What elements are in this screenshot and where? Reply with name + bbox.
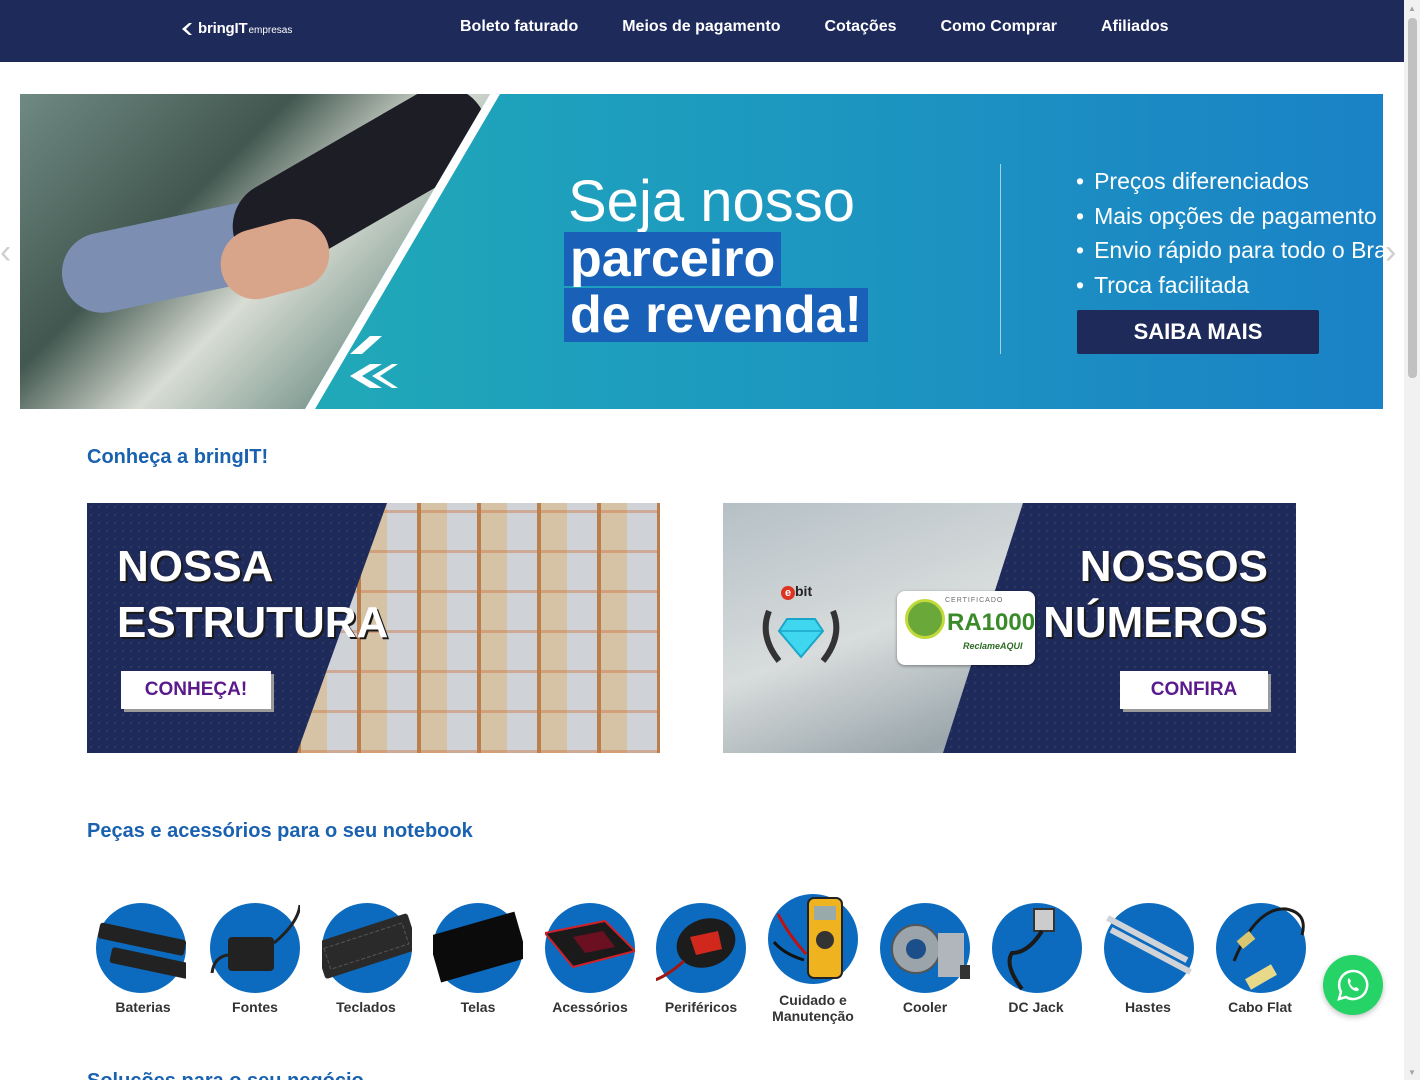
ra1000-badge: CERTIFICADO RA1000 ReclameAQUI	[897, 591, 1035, 665]
bringit-chevron-icon	[350, 336, 398, 388]
hero-benefit: Mais opções de pagamento	[1076, 199, 1383, 234]
battery-icon	[97, 922, 186, 979]
checkmark-icon	[905, 599, 945, 639]
category-label: Cooler	[902, 999, 948, 1015]
about-section-title: Conheça a bringIT!	[87, 446, 269, 468]
solutions-section-title: Soluções para o seu negócio	[87, 1070, 364, 1080]
category-circle	[656, 903, 746, 993]
mousepad-icon	[545, 919, 635, 969]
category-circle	[545, 903, 635, 993]
ebit-label: e bit	[781, 583, 812, 600]
category-circle	[322, 903, 412, 993]
category-circle	[1216, 903, 1306, 993]
whatsapp-icon	[1337, 969, 1369, 1001]
hero-benefit: Troca facilitada	[1076, 268, 1383, 303]
category-circle	[433, 903, 523, 993]
keyboard-icon	[322, 913, 412, 979]
bringit-logo-icon	[182, 22, 192, 35]
category-circle	[96, 903, 186, 993]
ebit-text: bit	[795, 583, 813, 599]
nossa-estrutura-card[interactable]: NOSSA ESTRUTURA CONHEÇA!	[87, 503, 660, 753]
power-adapter-icon	[210, 904, 300, 974]
category-label-text: Cuidado e Manutenção	[772, 992, 854, 1024]
nav-como-comprar[interactable]: Como Comprar	[941, 18, 1057, 36]
category-label: Hastes	[1125, 999, 1171, 1015]
whatsapp-button[interactable]	[1323, 955, 1383, 1015]
ra-small-label: ReclameAQUI	[963, 641, 1023, 651]
nav-cotacoes[interactable]: Cotações	[824, 18, 896, 36]
category-label: Acessórios	[552, 999, 628, 1015]
handshake-photo	[20, 94, 490, 409]
category-label: Telas	[460, 999, 496, 1015]
category-label: Cabo Flat	[1228, 999, 1292, 1015]
dc-jack-icon	[1007, 908, 1055, 991]
category-label: Cuidado e Manutenção	[757, 992, 869, 1024]
gaming-mouse-icon	[656, 918, 736, 982]
logo-sub-text: empresas	[248, 24, 293, 36]
scroll-down-arrow-icon[interactable]: ▼	[1404, 1064, 1420, 1080]
chevron-left-icon[interactable]: ‹	[0, 235, 11, 269]
category-circle	[210, 903, 300, 993]
category-circle	[1104, 903, 1194, 993]
nav-boleto-faturado[interactable]: Boleto faturado	[460, 18, 578, 36]
hero-title-line1: Seja nosso	[568, 169, 855, 234]
top-navbar: bringIT empresas Boleto faturado Meios d…	[0, 0, 1404, 62]
parts-section-title: Peças e acessórios para o seu notebook	[87, 820, 473, 842]
hero-banner[interactable]: Seja nosso parceiro de revenda! Preços d…	[20, 94, 1383, 409]
hero-benefit: Envio rápido para todo o Brasil	[1076, 233, 1383, 268]
ebit-e: e	[781, 586, 795, 600]
category-circle	[880, 903, 970, 993]
category-label: DC Jack	[1008, 999, 1064, 1015]
card-title-line1: NOSSA	[117, 542, 274, 591]
hero-benefit: Preços diferenciados	[1076, 164, 1383, 199]
category-list: Baterias Fontes Teclados Telas Acessório…	[87, 893, 1317, 1033]
screen-panel-icon	[433, 911, 523, 983]
multimeter-icon	[772, 897, 843, 979]
logo-brand-text: bringIT	[198, 20, 248, 37]
hero-benefits-list: Preços diferenciados Mais opções de paga…	[1076, 164, 1383, 302]
logo[interactable]: bringIT empresas	[180, 20, 292, 37]
category-label: Fontes	[232, 999, 278, 1015]
card-title-line1: NOSSOS	[1079, 542, 1268, 591]
category-label: Baterias	[115, 999, 171, 1015]
cooler-fan-icon	[891, 924, 970, 979]
hero-title-line3: de revenda!	[564, 288, 868, 342]
card-title: NOSSOS NÚMEROS	[1043, 539, 1268, 651]
hero-vertical-divider	[1000, 164, 1001, 354]
hero-title-line2: parceiro	[564, 232, 782, 286]
chevron-right-icon[interactable]: ›	[1385, 235, 1396, 269]
conheca-button[interactable]: CONHEÇA!	[121, 671, 271, 709]
nav-afiliados[interactable]: Afiliados	[1101, 18, 1169, 36]
category-circle	[992, 903, 1082, 993]
card-title: NOSSA ESTRUTURA	[117, 539, 388, 651]
card-title-line2: NÚMEROS	[1043, 598, 1268, 647]
ra-cert-label: CERTIFICADO	[945, 597, 1004, 604]
nav-meios-de-pagamento[interactable]: Meios de pagamento	[622, 18, 780, 36]
nossos-numeros-card[interactable]: e bit CERTIFICADO RA1000 ReclameAQUI NOSS…	[723, 503, 1296, 753]
card-title-line2: ESTRUTURA	[117, 598, 389, 647]
hinge-icon	[1106, 915, 1192, 975]
category-circle	[768, 894, 858, 984]
ra-big-label: RA1000	[947, 609, 1036, 636]
category-label: Periféricos	[664, 999, 738, 1015]
main-nav: Boleto faturado Meios de pagamento Cotaç…	[460, 18, 1213, 36]
scroll-thumb[interactable]	[1408, 18, 1417, 378]
category-label: Teclados	[336, 999, 396, 1015]
scroll-up-arrow-icon[interactable]: ▲	[1404, 0, 1420, 16]
saiba-mais-button[interactable]: SAIBA MAIS	[1077, 310, 1319, 354]
page-scrollbar[interactable]: ▲ ▼	[1404, 0, 1420, 1080]
flat-cable-icon	[1232, 907, 1305, 990]
confira-button[interactable]: CONFIRA	[1120, 671, 1268, 709]
